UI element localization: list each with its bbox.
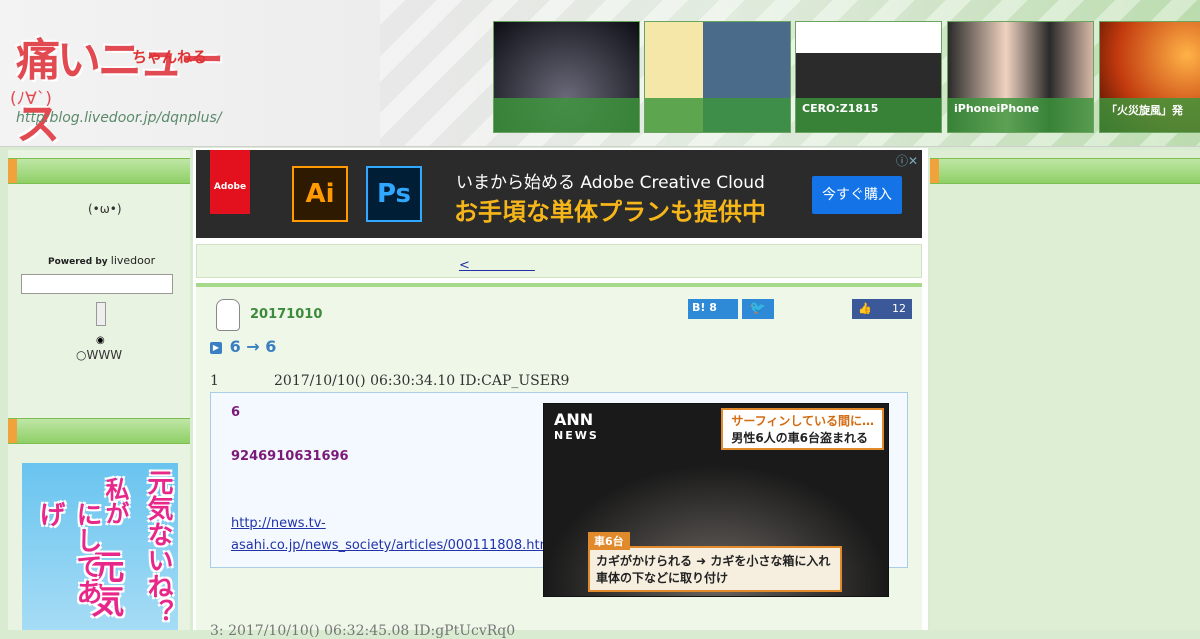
right-bar [930,158,1200,184]
hatena-icon: B! [692,301,706,314]
ann-logo: ANN NEWS [554,410,599,442]
thumb-caption: CERO:Z1815 [796,98,941,132]
thumb-5[interactable]: 「火災旋風」発 [1099,21,1200,133]
photoshop-icon: Ps [366,166,422,222]
thumb-2[interactable] [644,21,791,133]
face-icon[interactable]: (•ω•) [88,202,122,216]
article: 20171010 B! 8 🐦 👍 12 ▶ 6 → 6 1 2017/10/1… [196,283,922,639]
sidebar-bar-1 [8,158,190,184]
site-header: 痛いニュース ちゃんねる (ﾉ∀`) http:blog.livedoor.jp… [0,0,1200,150]
thumb-caption [494,98,639,132]
news-caption-top-1: サーフィンしている間に… [731,414,874,428]
powered-by: Powered by livedoor [48,254,155,267]
news-image[interactable]: ANN NEWS サーフィンしている間に… 男性6人の車6台盗まれる 車6台 カ… [543,403,889,597]
banner-text-4: にしてあげ [35,501,102,605]
powered-label: Powered by [48,257,108,267]
logo-url: http:blog.livedoor.jp/dqnplus/ [16,110,222,126]
ad-info-icon[interactable]: ⓘ✕ [896,152,918,169]
radio-www-label: WWW [86,348,123,362]
left-sidebar: (•ω•) Powered by livedoor ◉ ○WWW 元気ないね？ … [8,150,190,630]
res-text: 6 9246910631696 [231,405,349,464]
news-caption-top-2: 男性6人の車6台盗まれる [731,431,869,445]
hatena-count: 8 [709,301,717,314]
search-button[interactable] [96,302,106,326]
ann-logo-text: ANN [554,410,594,429]
thumb-caption: iPhoneiPhone [948,98,1093,132]
right-column [930,150,1200,630]
search-input[interactable] [21,274,173,294]
post-date: 20171010 [250,307,323,322]
post-title[interactable]: ▶ 6 → 6 [210,337,276,356]
thumbs-up-icon: 👍 [858,302,872,315]
res-header: 1 2017/10/10() 06:30:34.10 ID:CAP_USER9 [210,373,569,389]
radio-blog[interactable]: ◉ [96,335,105,346]
news-caption-bottom-text: カギがかけられる ➜ カギを小さな箱に入れ車体の下などに取り付け [596,554,831,585]
thumb-caption [645,98,790,132]
hatena-bookmark-button[interactable]: B! 8 [688,299,738,319]
radio-www[interactable]: ○WWW [76,348,122,362]
logo-face: (ﾉ∀`) [10,89,52,109]
avatar-icon [216,299,240,331]
adobe-logo: Adobe [210,150,250,214]
twitter-icon: 🐦 [749,301,767,316]
source-link[interactable]: http://news.tv-asahi.co.jp/news_society/… [231,513,556,557]
like-count: 12 [892,302,906,315]
prev-post-link[interactable]: < [459,254,535,273]
ad-subline: お手頃な単体プランも提供中 [454,198,766,226]
banner-text-1: 元気ないね？ [143,469,173,625]
illustrator-icon: Ai [292,166,348,222]
site-logo[interactable]: 痛いニュース ちゃんねる (ﾉ∀`) http:blog.livedoor.jp… [10,22,232,150]
thumb-caption: 「火災旋風」発 [1100,98,1200,132]
ann-logo-sub: NEWS [554,429,599,442]
news-caption-bottom: 車6台 カギがかけられる ➜ カギを小さな箱に入れ車体の下などに取り付け [588,532,842,592]
res-number: 1 [210,373,219,389]
res-meta: 2017/10/10() 06:30:34.10 ID:CAP_USER9 [274,373,570,389]
news-caption-top: サーフィンしている間に… 男性6人の車6台盗まれる [721,408,884,450]
thumb-1[interactable] [493,21,640,133]
post-nav: < [196,244,922,278]
post-title-text: 6 → 6 [229,337,277,356]
play-icon: ▶ [210,341,222,354]
twitter-share-button[interactable]: 🐦 [742,299,774,319]
res-body: 6 9246910631696 http://news.tv-asahi.co.… [210,392,908,597]
livedoor-logo: livedoor [110,254,156,267]
thumb-4[interactable]: iPhoneiPhone [947,21,1094,133]
sidebar-bar-2 [8,418,190,444]
news-tag: 車6台 [588,532,630,550]
facebook-like-button[interactable]: 👍 12 [852,299,912,319]
ad-headline: いまから始める Adobe Creative Cloud [456,173,765,193]
thumbnail-strip: CERO:Z1815 iPhoneiPhone 「火災旋風」発 [493,21,1200,133]
res-text-line-1: 6 [231,405,241,420]
res-text-line-2: 9246910631696 [231,449,349,464]
logo-ruby: ちゃんねる [132,48,208,66]
ad-banner[interactable]: 元気ないね？ 私が 元気 にしてあげ [22,463,178,630]
res-header-next: 3: 2017/10/10() 06:32:45.08 ID:gPtUcvRq0 [210,623,516,639]
buy-now-button[interactable]: 今すぐ購入 [812,176,902,214]
thumb-3[interactable]: CERO:Z1815 [795,21,942,133]
adobe-ad[interactable]: Adobe Ai Ps いまから始める Adobe Creative Cloud… [196,150,922,238]
